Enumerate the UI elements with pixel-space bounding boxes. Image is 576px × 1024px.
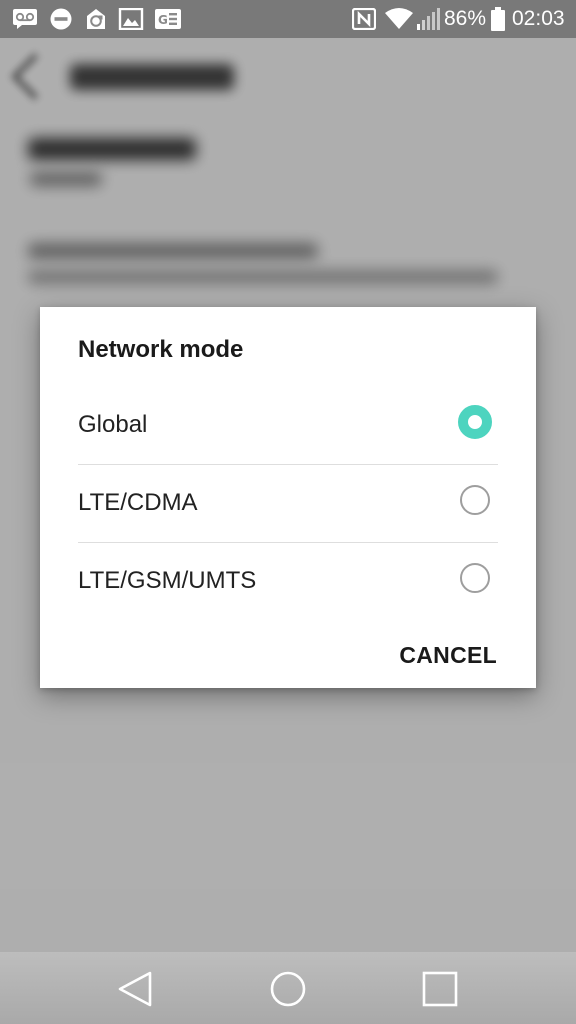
- network-mode-dialog: Network mode Global LTE/CDMA LTE/GSM/UMT…: [40, 307, 536, 688]
- navigation-bar: [0, 952, 576, 1024]
- sync-icon: [87, 9, 105, 29]
- back-icon[interactable]: [116, 969, 156, 1009]
- clock: 02:03: [512, 7, 565, 30]
- nfc-icon: [352, 8, 376, 30]
- radio-unselected-icon[interactable]: [460, 563, 490, 593]
- voicemail-icon: [13, 9, 37, 29]
- recents-icon[interactable]: [420, 969, 460, 1009]
- option-label: LTE/CDMA: [78, 489, 198, 516]
- battery-percentage: 86%: [444, 7, 487, 30]
- battery-icon: [491, 7, 505, 31]
- option-label: LTE/GSM/UMTS: [78, 567, 257, 594]
- dnd-icon: [50, 8, 72, 30]
- home-icon[interactable]: [268, 969, 308, 1009]
- cancel-button[interactable]: CANCEL: [399, 640, 497, 670]
- status-bar: G 86% 02:03: [0, 0, 576, 38]
- ge-icon: G: [155, 9, 181, 29]
- signal-icon: [417, 8, 440, 30]
- dialog-title: Network mode: [78, 336, 244, 363]
- option-label: Global: [78, 411, 148, 438]
- option-lte-cdma[interactable]: LTE/CDMA: [78, 464, 498, 542]
- gallery-icon: [118, 8, 144, 30]
- radio-selected-icon[interactable]: [458, 405, 492, 439]
- radio-unselected-icon[interactable]: [460, 485, 490, 515]
- wifi-icon: [385, 8, 413, 29]
- option-lte-gsm-umts[interactable]: LTE/GSM/UMTS: [78, 542, 498, 620]
- option-global[interactable]: Global: [78, 387, 498, 464]
- svg-text:G: G: [158, 13, 168, 27]
